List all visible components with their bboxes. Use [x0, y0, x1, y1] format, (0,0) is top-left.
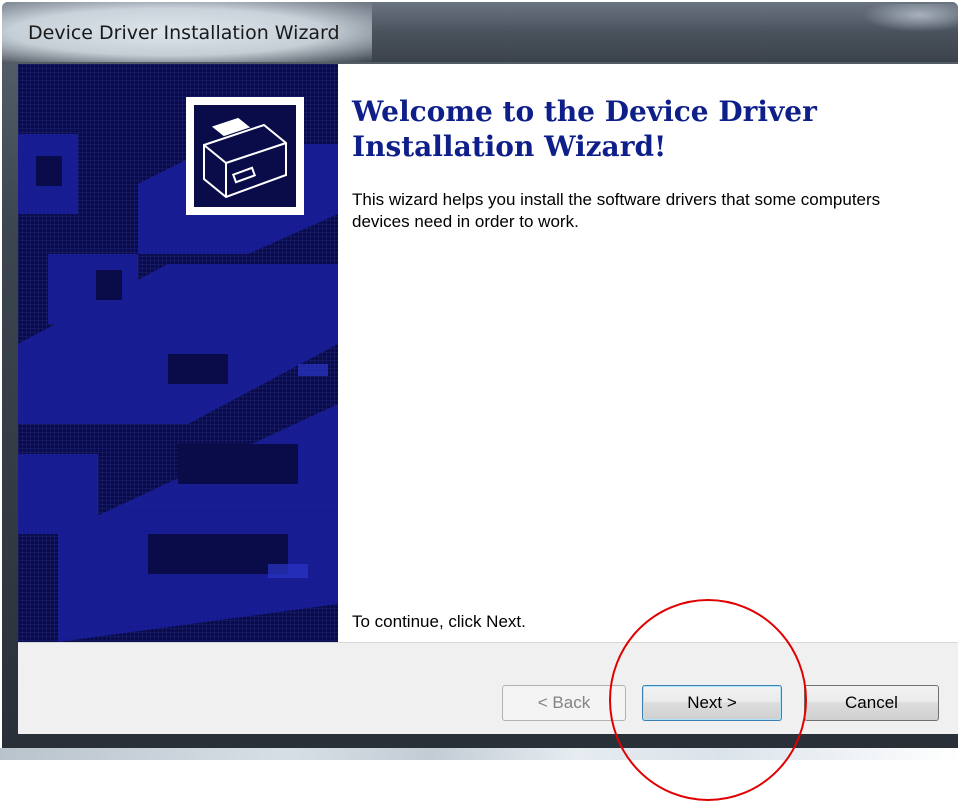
- red-circle-highlight: [609, 599, 807, 801]
